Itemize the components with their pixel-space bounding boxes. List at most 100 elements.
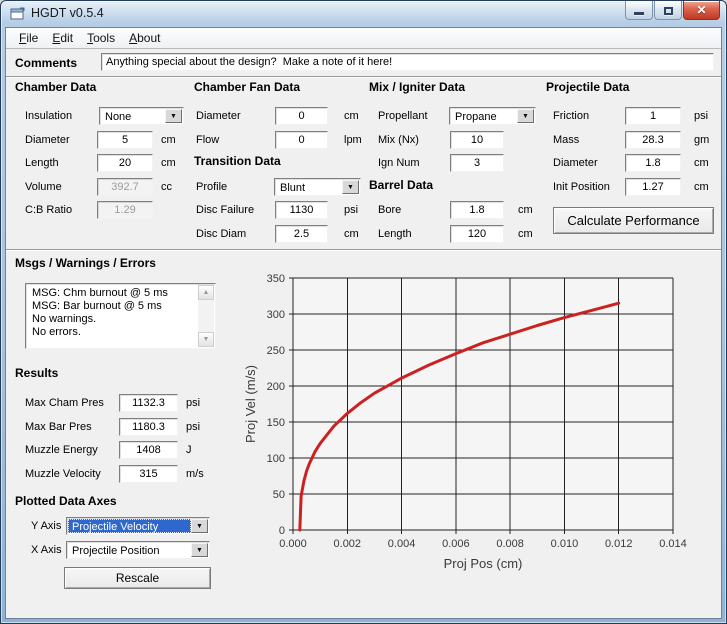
mass-input[interactable] bbox=[625, 131, 681, 149]
svg-text:Proj Pos (cm): Proj Pos (cm) bbox=[444, 556, 523, 571]
scroll-up-icon[interactable]: ▲ bbox=[198, 285, 214, 300]
field-label: Disc Failure bbox=[196, 201, 254, 219]
insulation-combo[interactable]: None ▼ bbox=[99, 107, 184, 125]
field-row-chamber-volume: Volume cc bbox=[25, 178, 195, 196]
transition-data-header: Transition Data bbox=[194, 154, 281, 168]
unit-label: psi bbox=[344, 201, 358, 219]
svg-text:0.006: 0.006 bbox=[442, 538, 470, 550]
disc-failure-input[interactable] bbox=[275, 201, 328, 219]
scroll-down-icon[interactable]: ▼ bbox=[198, 332, 214, 347]
chevron-down-icon[interactable]: ▼ bbox=[517, 109, 534, 123]
minimize-icon bbox=[634, 12, 644, 15]
field-label: Flow bbox=[196, 131, 219, 149]
comments-input[interactable] bbox=[101, 53, 714, 71]
menu-tools[interactable]: Tools bbox=[80, 28, 122, 48]
chevron-down-icon[interactable]: ▼ bbox=[342, 180, 359, 194]
field-label: Disc Diam bbox=[196, 225, 246, 243]
cb-ratio-output bbox=[97, 201, 153, 219]
unit-label: cc bbox=[161, 178, 172, 196]
message-line: No errors. bbox=[27, 326, 197, 339]
propellant-combo[interactable]: Propane ▼ bbox=[449, 107, 536, 125]
field-label: Length bbox=[378, 225, 412, 243]
field-label: Diameter bbox=[196, 107, 241, 125]
svg-text:150: 150 bbox=[267, 417, 285, 429]
fan-diameter-input[interactable] bbox=[275, 107, 328, 125]
field-label: Muzzle Velocity bbox=[25, 465, 101, 483]
field-label: Mass bbox=[553, 131, 579, 149]
menu-about[interactable]: About bbox=[122, 28, 167, 48]
unit-label: cm bbox=[694, 178, 709, 196]
bore-input[interactable] bbox=[450, 201, 504, 219]
chevron-down-icon[interactable]: ▼ bbox=[191, 543, 208, 557]
svg-text:300: 300 bbox=[267, 309, 285, 321]
disc-diam-input[interactable] bbox=[275, 225, 328, 243]
field-row-muzzle-energy: Muzzle Energy J bbox=[25, 441, 225, 459]
proj-diameter-input[interactable] bbox=[625, 154, 681, 172]
x-axis-label: X Axis bbox=[31, 541, 62, 559]
field-label: Profile bbox=[196, 178, 227, 196]
mix-nx-input[interactable] bbox=[450, 131, 504, 149]
menu-file[interactable]: File bbox=[12, 28, 45, 48]
field-label: Muzzle Energy bbox=[25, 441, 98, 459]
max-cham-pres-output bbox=[119, 394, 178, 412]
y-axis-label: Y Axis bbox=[31, 517, 61, 535]
messages-listbox[interactable]: MSG: Chm burnout @ 5 ms MSG: Bar burnout… bbox=[25, 283, 216, 349]
fan-flow-input[interactable] bbox=[275, 131, 328, 149]
msgs-header: Msgs / Warnings / Errors bbox=[15, 256, 156, 270]
unit-label: psi bbox=[186, 394, 200, 412]
menu-edit[interactable]: Edit bbox=[45, 28, 80, 48]
init-position-input[interactable] bbox=[625, 178, 681, 196]
chart: 0.0000.0020.0040.0060.0080.0100.0120.014… bbox=[241, 263, 727, 593]
ign-num-input[interactable] bbox=[450, 154, 504, 172]
unit-label: cm bbox=[694, 154, 709, 172]
insulation-combo-value: None bbox=[101, 109, 165, 123]
field-label: Insulation bbox=[25, 107, 72, 125]
unit-label: m/s bbox=[186, 465, 204, 483]
x-axis-combo[interactable]: Projectile Position ▼ bbox=[66, 541, 210, 559]
unit-label: psi bbox=[186, 418, 200, 436]
svg-text:350: 350 bbox=[267, 273, 285, 285]
field-label: Mix (Nx) bbox=[378, 131, 419, 149]
close-button[interactable]: ✕ bbox=[683, 1, 720, 20]
chamber-length-input[interactable] bbox=[97, 154, 153, 172]
comments-label: Comments bbox=[15, 56, 77, 70]
field-row-mass: Mass gm bbox=[553, 131, 723, 149]
y-axis-combo[interactable]: Projectile Velocity ▼ bbox=[66, 517, 210, 535]
field-label: Volume bbox=[25, 178, 62, 196]
title-bar[interactable]: HGDT v0.5.4 ✕ bbox=[1, 1, 726, 27]
field-row-cb-ratio: C:B Ratio bbox=[25, 201, 195, 219]
messages-scrollbar[interactable]: ▲ ▼ bbox=[198, 285, 214, 347]
chamber-data-header: Chamber Data bbox=[15, 80, 96, 94]
unit-label: cm bbox=[518, 225, 533, 243]
svg-text:100: 100 bbox=[267, 453, 285, 465]
x-axis-combo-value: Projectile Position bbox=[68, 543, 191, 557]
minimize-button[interactable] bbox=[625, 1, 653, 20]
field-row-chamber-length: Length cm bbox=[25, 154, 195, 172]
barrel-length-input[interactable] bbox=[450, 225, 504, 243]
field-row-disc-diam: Disc Diam cm bbox=[196, 225, 371, 243]
unit-label: cm bbox=[161, 131, 176, 149]
svg-text:0.004: 0.004 bbox=[388, 538, 416, 550]
maximize-button[interactable] bbox=[654, 1, 682, 20]
app-icon bbox=[10, 7, 25, 22]
chevron-down-icon[interactable]: ▼ bbox=[191, 519, 208, 533]
message-line: MSG: Bar burnout @ 5 ms bbox=[27, 300, 197, 313]
app-window: HGDT v0.5.4 ✕ File Edit Tools About Comm… bbox=[0, 0, 727, 624]
field-label: Diameter bbox=[553, 154, 598, 172]
chamber-diameter-input[interactable] bbox=[97, 131, 153, 149]
menu-edit-label: Edit bbox=[52, 28, 73, 48]
chevron-down-icon[interactable]: ▼ bbox=[165, 109, 182, 123]
close-icon: ✕ bbox=[696, 2, 706, 19]
field-row-fan-flow: Flow lpm bbox=[196, 131, 371, 149]
field-row-chamber-diameter: Diameter cm bbox=[25, 131, 195, 149]
field-row-profile: Profile Blunt ▼ bbox=[196, 178, 371, 196]
profile-combo[interactable]: Blunt ▼ bbox=[274, 178, 361, 196]
field-label: Max Bar Pres bbox=[25, 418, 92, 436]
field-label: Propellant bbox=[378, 107, 428, 125]
field-row-friction: Friction psi bbox=[553, 107, 723, 125]
calculate-performance-button[interactable]: Calculate Performance bbox=[553, 207, 714, 234]
friction-input[interactable] bbox=[625, 107, 681, 125]
rescale-button[interactable]: Rescale bbox=[64, 567, 211, 589]
results-header: Results bbox=[15, 366, 58, 380]
field-row-proj-diameter: Diameter cm bbox=[553, 154, 723, 172]
